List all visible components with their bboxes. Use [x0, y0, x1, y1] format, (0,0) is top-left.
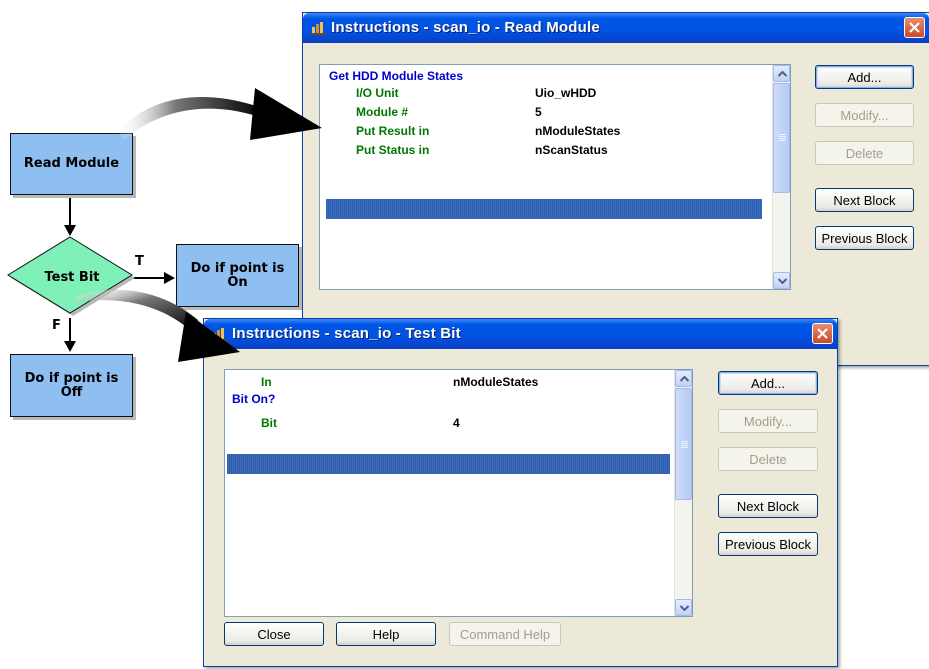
flow-do-if-off: Do if point is Off	[10, 354, 133, 417]
list-item[interactable]: Put Status in nScanStatus	[320, 142, 772, 158]
read-modify-button[interactable]: Modify...	[815, 103, 914, 127]
read-next-block-button[interactable]: Next Block	[815, 188, 914, 212]
testbit-next-block-button[interactable]: Next Block	[718, 494, 818, 518]
testbit-add-button[interactable]: Add...	[718, 371, 818, 395]
help-button[interactable]: Help	[336, 622, 436, 646]
close-icon	[817, 328, 828, 339]
param-key: Put Result in	[356, 124, 430, 138]
param-key: Bit	[261, 416, 277, 430]
read-previous-block-button[interactable]: Previous Block	[815, 226, 914, 250]
test-bit-titlebar[interactable]: Instructions - scan_io - Test Bit	[204, 319, 837, 349]
test-bit-title: Instructions - scan_io - Test Bit	[232, 325, 461, 342]
scroll-thumb[interactable]	[675, 388, 692, 500]
read-module-dialog: Instructions - scan_io - Read Module Get…	[302, 12, 929, 366]
scroll-up-icon	[680, 376, 689, 382]
scroll-up-button[interactable]	[773, 65, 790, 82]
param-value: Uio_wHDD	[535, 86, 597, 100]
scroll-down-button[interactable]	[675, 599, 692, 616]
selected-empty-row[interactable]	[326, 199, 762, 219]
read-add-button[interactable]: Add...	[815, 65, 914, 89]
testbit-previous-block-button[interactable]: Previous Block	[718, 532, 818, 556]
command-help-button[interactable]: Command Help	[449, 622, 561, 646]
scroll-down-icon	[778, 278, 787, 284]
test-bit-list-content: In nModuleStates Bit On? Bit 4	[225, 370, 674, 616]
scroll-up-icon	[778, 71, 787, 77]
param-key: In	[261, 375, 272, 389]
scroll-down-icon	[680, 605, 689, 611]
connector-arrowhead	[164, 272, 175, 284]
scroll-up-button[interactable]	[675, 370, 692, 387]
flow-false-label: F	[52, 318, 61, 333]
test-bit-close-button[interactable]	[812, 323, 833, 344]
param-key: I/O Unit	[356, 86, 399, 100]
param-value: nModuleStates	[535, 124, 621, 138]
list-item[interactable]: Get HDD Module States	[320, 68, 772, 84]
app-icon	[311, 22, 326, 35]
read-module-titlebar[interactable]: Instructions - scan_io - Read Module	[303, 13, 929, 43]
flow-read-module: Read Module	[10, 133, 133, 195]
flow-do-if-on-label: Do if point is On	[190, 260, 285, 290]
read-module-instruction-list[interactable]: Get HDD Module States I/O Unit Uio_wHDD …	[319, 64, 791, 290]
testbit-delete-button[interactable]: Delete	[718, 447, 818, 471]
read-module-scrollbar[interactable]	[772, 65, 790, 289]
selected-empty-row[interactable]	[227, 454, 670, 474]
close-icon	[909, 22, 920, 33]
list-item[interactable]: In nModuleStates	[225, 374, 674, 390]
instruction-header: Get HDD Module States	[329, 69, 464, 83]
flow-do-if-off-label: Do if point is Off	[24, 370, 119, 400]
read-module-title: Instructions - scan_io - Read Module	[331, 19, 600, 36]
param-key: Module #	[356, 105, 409, 119]
app-icon	[212, 328, 227, 341]
connector-arrowhead	[64, 341, 76, 352]
scroll-down-button[interactable]	[773, 272, 790, 289]
param-value: 4	[453, 416, 460, 430]
list-item[interactable]: Bit On?	[225, 391, 674, 407]
test-bit-scrollbar[interactable]	[674, 370, 692, 616]
scroll-thumb[interactable]	[773, 83, 790, 193]
read-module-close-button[interactable]	[904, 17, 925, 38]
read-delete-button[interactable]: Delete	[815, 141, 914, 165]
list-item[interactable]: Bit 4	[225, 415, 674, 431]
flow-test-bit-label: Test Bit	[44, 269, 100, 285]
param-value: 5	[535, 105, 542, 119]
close-button[interactable]: Close	[224, 622, 324, 646]
list-item[interactable]: I/O Unit Uio_wHDD	[320, 85, 772, 101]
connector-arrowhead	[64, 225, 76, 236]
param-value: nScanStatus	[535, 143, 608, 157]
flow-true-label: T	[135, 254, 144, 269]
param-key: Put Status in	[356, 143, 430, 157]
flow-read-module-label: Read Module	[23, 156, 120, 171]
param-value: nModuleStates	[453, 375, 539, 389]
testbit-modify-button[interactable]: Modify...	[718, 409, 818, 433]
test-bit-instruction-list[interactable]: In nModuleStates Bit On? Bit 4	[224, 369, 693, 617]
flow-do-if-on: Do if point is On	[176, 244, 299, 307]
read-module-list-content: Get HDD Module States I/O Unit Uio_wHDD …	[320, 65, 772, 289]
list-item[interactable]: Module # 5	[320, 104, 772, 120]
test-bit-dialog: Instructions - scan_io - Test Bit In nMo…	[203, 318, 838, 667]
list-item[interactable]: Put Result in nModuleStates	[320, 123, 772, 139]
instruction-header: Bit On?	[232, 392, 276, 406]
